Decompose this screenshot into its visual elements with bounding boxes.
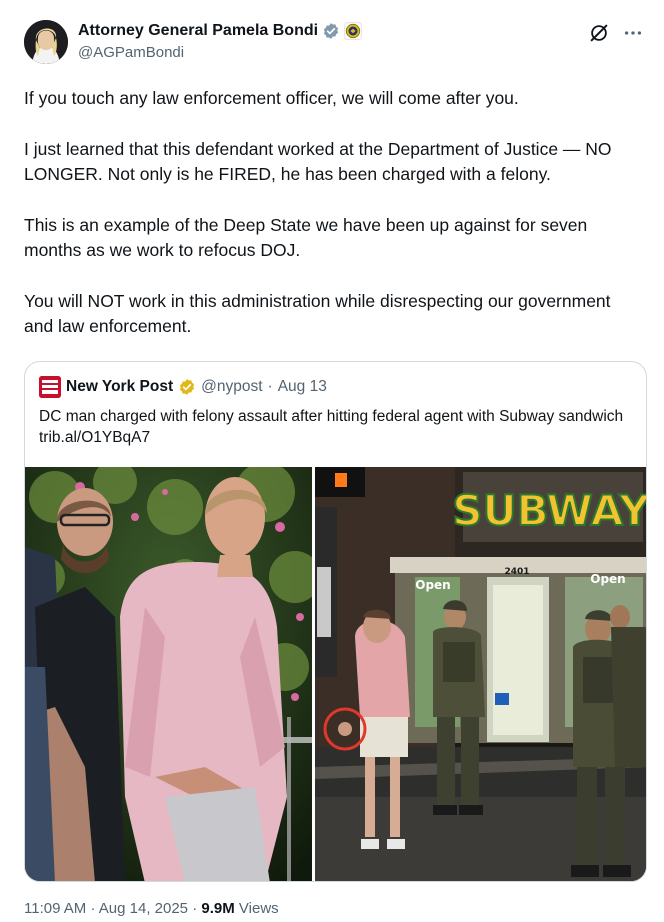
quoted-date[interactable]: Aug 13 [278, 378, 327, 396]
quoted-tweet-header: New York Post @nypost · Aug 13 [39, 376, 327, 398]
views-label: Views [238, 900, 279, 917]
author-avatar[interactable] [24, 20, 68, 64]
quoted-tweet-card[interactable]: New York Post @nypost · Aug 13 DC man ch… [24, 361, 647, 882]
quoted-separator: · [267, 378, 273, 395]
tweet-paragraph-3: This is an example of the Deep State we … [24, 215, 588, 260]
tweet-time[interactable]: 11:09 AM [24, 900, 86, 917]
quoted-tweet-text: DC man charged with felony assault after… [39, 408, 624, 446]
grok-icon[interactable] [588, 22, 610, 44]
quoted-author-handle[interactable]: @nypost [201, 378, 262, 396]
tweet-paragraph-4: You will NOT work in this administration… [24, 291, 611, 336]
open-sign-left: Open [415, 578, 450, 592]
open-sign-right: Open [590, 572, 625, 586]
nypost-logo-icon [39, 376, 61, 398]
tweet-header: Attorney General Pamela Bondi @AGPamBond… [24, 18, 644, 68]
tweet-date[interactable]: Aug 14, 2025 [99, 900, 188, 917]
quoted-author-name[interactable]: New York Post [66, 378, 173, 396]
quoted-media: SUBWAY Open Open 2401 [25, 467, 647, 881]
author-name[interactable]: Attorney General Pamela Bondi [78, 22, 318, 40]
avatar-photo [24, 20, 68, 64]
meta-dot-2: · [192, 900, 198, 917]
author-handle[interactable]: @AGPamBondi [78, 44, 184, 61]
views-count: 9.9M [201, 900, 235, 917]
verified-gray-check-icon [324, 23, 339, 39]
author-name-row: Attorney General Pamela Bondi [78, 22, 362, 40]
tweet-meta: 11:09 AM · Aug 14, 2025 · 9.9M Views [24, 900, 279, 917]
verified-gold-check-icon [180, 379, 195, 395]
tweet-text: If you touch any law enforcement officer… [24, 86, 644, 365]
photo-subway-right[interactable]: SUBWAY Open Open 2401 [315, 467, 647, 881]
tweet-paragraph-1: If you touch any law enforcement officer… [24, 88, 519, 108]
more-options-icon[interactable] [622, 22, 644, 44]
subway-sign-text: SUBWAY [452, 486, 647, 535]
doj-seal-icon [344, 22, 362, 40]
tweet-paragraph-2: I just learned that this defendant worke… [24, 139, 612, 184]
photo-arrest-left[interactable] [25, 467, 312, 881]
address-number: 2401 [504, 567, 529, 577]
meta-dot-1: · [90, 900, 96, 917]
